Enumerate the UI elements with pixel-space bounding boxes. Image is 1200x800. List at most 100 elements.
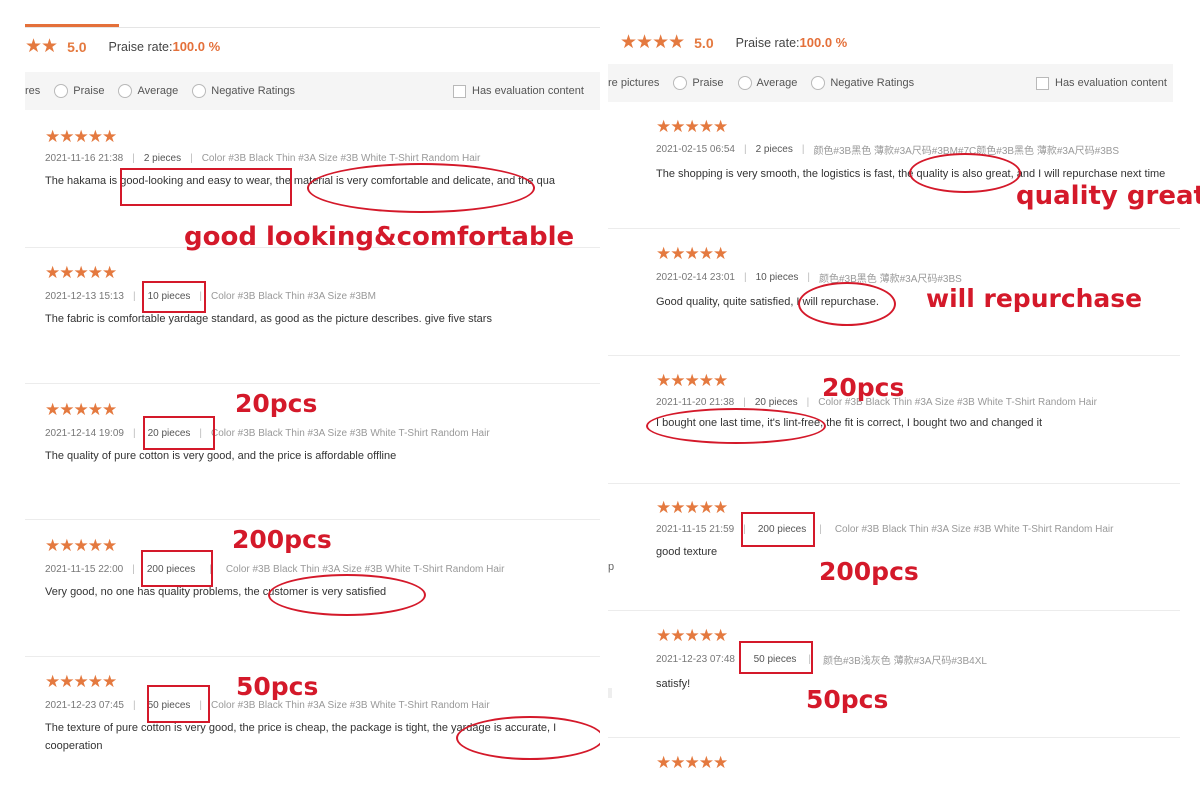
review-date: 2021-02-14 23:01 — [656, 272, 735, 283]
review-variant: Color #3B Black Thin #3A Size #3B White … — [211, 428, 490, 439]
highlight-box — [741, 512, 815, 547]
review-item: ★★★★★ 2021-11-15 21:59 | 200 pieces | Colo… — [656, 499, 1113, 561]
filter-negative[interactable]: Negative Ratings — [192, 84, 295, 98]
highlight-box — [142, 281, 206, 313]
filter-pictures-label: res — [25, 85, 41, 97]
review-text: The quality of pure cotton is very good,… — [45, 450, 397, 462]
checkbox-icon[interactable] — [1036, 76, 1049, 90]
praise-rate-value: 100.0 % — [799, 35, 848, 50]
review-date: 2021-12-23 07:45 — [45, 700, 124, 711]
has-content-filter[interactable]: Has evaluation content — [453, 84, 584, 98]
filter-bar: res Praise Average Negative Ratings Has … — [25, 72, 600, 110]
summary-score: 5.0 — [694, 34, 714, 51]
right-screenshot-panel: ★★★★ 5.0 Praise rate: 100.0 % re picture… — [608, 0, 1200, 800]
divider — [25, 519, 600, 520]
left-screenshot-panel: ★★ 5.0 Praise rate: 100.0 % res Praise A… — [0, 0, 600, 800]
review-item: ★★★★★ 2021-12-13 15:13 | 10 pieces | Color… — [45, 264, 492, 328]
summary-score: 5.0 — [67, 38, 87, 55]
highlight-ellipse — [456, 716, 600, 760]
review-quantity: 2 pieces — [755, 144, 793, 155]
annotation-label: 20pcs — [235, 389, 318, 418]
review-item: ★★★★★ — [656, 753, 728, 772]
review-quantity: 20 pieces — [754, 397, 798, 408]
filter-praise[interactable]: Praise — [673, 76, 724, 90]
radio-icon[interactable] — [118, 84, 133, 98]
review-meta: 2021-02-15 06:54 | 2 pieces | 颜色#3B黑色 薄款#3… — [656, 144, 1120, 157]
review-date: 2021-12-23 07:48 — [656, 654, 735, 665]
highlight-box — [739, 641, 813, 674]
active-tab-indicator — [25, 24, 119, 27]
review-stars-icon: ★★★★★ — [45, 127, 117, 146]
filter-bar: re pictures Praise Average Negative Rati… — [608, 64, 1173, 102]
summary-stars-icon: ★★★★ — [620, 32, 685, 53]
checkbox-icon[interactable] — [453, 84, 466, 98]
radio-icon[interactable] — [192, 84, 207, 98]
rating-summary: ★★ 5.0 Praise rate: 100.0 % — [25, 37, 220, 56]
highlight-ellipse — [307, 163, 535, 213]
filter-praise-label: Praise — [73, 85, 105, 97]
review-meta: 2021-11-15 21:59 | 200 pieces | Color #3B … — [656, 524, 1114, 535]
filter-praise-label: Praise — [692, 77, 724, 89]
has-content-filter[interactable]: Has evaluation content — [1036, 76, 1167, 90]
review-text: The fabric is comfortable yardage standa… — [45, 313, 492, 325]
review-quantity: 10 pieces — [755, 272, 799, 283]
divider — [608, 610, 1180, 611]
annotation-label: good looking&comfortable — [184, 222, 575, 252]
filter-average[interactable]: Average — [118, 84, 178, 98]
highlight-ellipse — [798, 282, 896, 326]
radio-icon[interactable] — [811, 76, 826, 90]
panel-gap — [600, 0, 608, 800]
review-variant: 颜色#3B浅灰色 薄款#3A尺码#3B4XL — [823, 656, 987, 667]
filter-pictures[interactable]: re pictures — [608, 77, 659, 89]
review-variant: Color #3B Black Thin #3A Size #3B White … — [834, 524, 1114, 535]
review-stars-icon: ★★★★★ — [656, 626, 728, 645]
divider — [608, 483, 1180, 484]
annotation-label: 200pcs — [819, 557, 919, 586]
review-stars-icon: ★★★★★ — [656, 244, 728, 263]
divider — [608, 228, 1180, 229]
highlight-ellipse — [646, 408, 826, 444]
summary-stars-icon: ★★ — [25, 36, 58, 57]
review-date: 2021-11-15 22:00 — [45, 564, 124, 575]
radio-icon[interactable] — [54, 84, 69, 98]
has-content-label: Has evaluation content — [472, 85, 584, 97]
review-date: 2021-11-15 21:59 — [656, 524, 735, 535]
review-meta: 2021-12-23 07:48 | 50 pieces | 颜色#3B浅灰色 薄款… — [656, 654, 987, 667]
cropped-text: p — [608, 561, 615, 573]
praise-rate-label: Praise rate: — [735, 35, 800, 50]
divider — [608, 737, 1180, 738]
filter-pictures[interactable]: res — [25, 85, 40, 97]
review-variant: Color #3B Black Thin #3A Size #3B White … — [211, 700, 490, 711]
highlight-box — [141, 550, 213, 587]
filter-negative-label: Negative Ratings — [211, 85, 296, 97]
has-content-label: Has evaluation content — [1055, 77, 1167, 89]
praise-rate-label: Praise rate: — [108, 39, 173, 54]
highlight-ellipse — [909, 153, 1021, 193]
review-item: ★★★★★ 2021-12-23 07:48 | 50 pieces | 颜色#3B… — [656, 627, 987, 693]
divider — [25, 383, 600, 384]
review-stars-icon: ★★★★★ — [656, 753, 728, 772]
annotation-label: will repurchase — [926, 284, 1143, 313]
review-meta: 2021-02-14 23:01 | 10 pieces | 颜色#3B黑色 薄款#… — [656, 272, 962, 285]
annotation-label: 20pcs — [822, 373, 905, 402]
highlight-box — [147, 685, 210, 723]
annotation-label: 200pcs — [232, 525, 332, 554]
review-meta: 2021-12-14 19:09 | 20 pieces | Color #3B B… — [45, 428, 490, 439]
rating-summary: ★★★★ 5.0 Praise rate: 100.0 % — [620, 33, 847, 52]
filter-praise[interactable]: Praise — [54, 84, 104, 98]
filter-average-label: Average — [756, 77, 798, 89]
divider — [608, 355, 1180, 356]
filter-negative[interactable]: Negative Ratings — [811, 76, 914, 90]
praise-rate-value: 100.0 % — [172, 39, 221, 54]
filter-average[interactable]: Average — [737, 76, 798, 90]
tab-underline-track — [25, 27, 600, 28]
review-stars-icon: ★★★★★ — [45, 263, 117, 282]
review-date: 2021-11-16 21:38 — [45, 153, 124, 164]
review-meta: 2021-12-23 07:45 | 50 pieces | Color #3B B… — [45, 700, 490, 711]
radio-icon[interactable] — [673, 76, 688, 90]
highlight-box — [143, 416, 215, 450]
review-variant: Color #3B Black Thin #3A Size #3B White … — [225, 564, 505, 575]
highlight-ellipse — [268, 574, 426, 616]
radio-icon[interactable] — [737, 76, 752, 90]
review-variant: Color #3B Black Thin #3A Size #3BM — [211, 291, 376, 302]
